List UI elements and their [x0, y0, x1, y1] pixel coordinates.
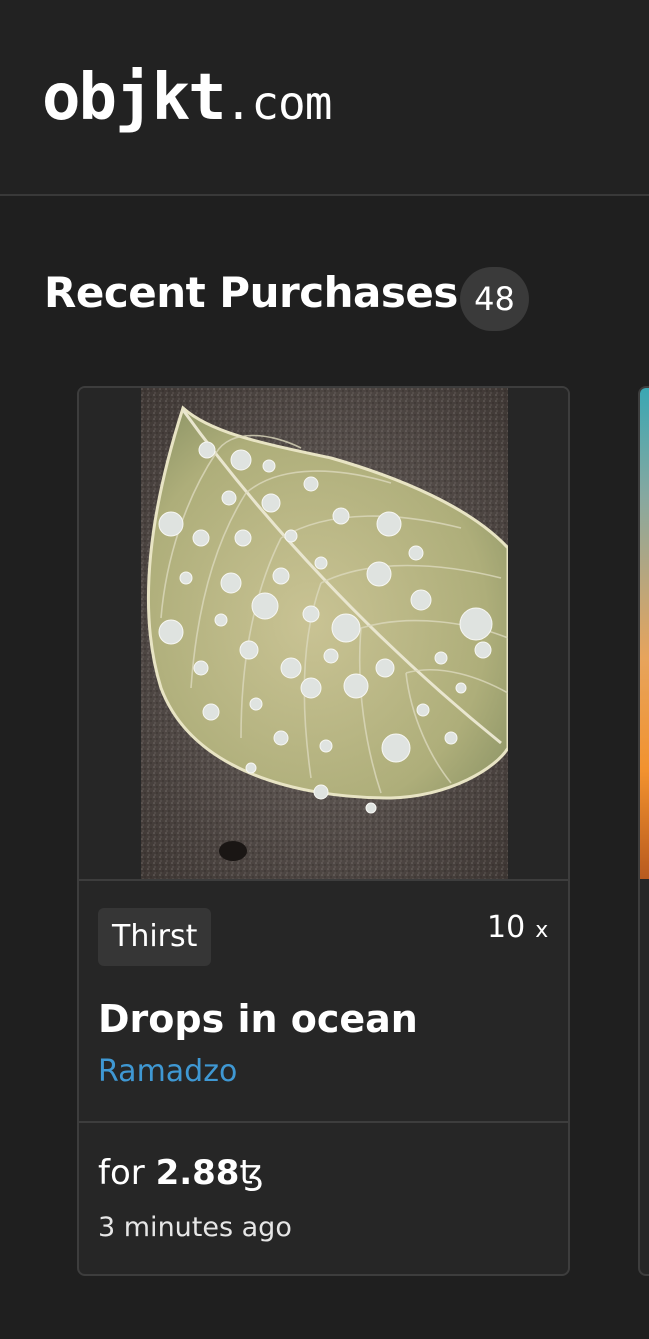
- logo-domain-suffix: .com: [224, 76, 333, 130]
- artist-link[interactable]: Ramadzo: [98, 1052, 237, 1092]
- collection-tag[interactable]: Thirst: [98, 908, 212, 966]
- sale-price: for 2.88ꜩ: [98, 1151, 264, 1195]
- purchase-count-badge: 48: [460, 267, 529, 331]
- edition-number: 10: [487, 910, 526, 945]
- price-amount: 2.88: [155, 1153, 240, 1193]
- site-header: objkt.com: [0, 0, 649, 196]
- logo-wordmark: objkt: [42, 61, 227, 135]
- card-divider: [79, 1121, 568, 1123]
- artwork-title[interactable]: Drops in ocean: [98, 996, 418, 1042]
- artwork-image: [141, 388, 508, 879]
- price-prefix: for: [98, 1153, 145, 1193]
- next-purchase-card[interactable]: [638, 386, 649, 1276]
- edition-suffix: x: [535, 918, 549, 943]
- purchase-card[interactable]: Thirst 10 x Drops in ocean Ramadzo for 2.…: [77, 386, 570, 1276]
- purchase-time: 3 minutes ago: [98, 1212, 292, 1243]
- card-media: [79, 388, 568, 879]
- section-title: Recent Purchases: [44, 268, 458, 317]
- card-divider: [79, 879, 568, 881]
- tezos-icon: ꜩ: [239, 1153, 264, 1193]
- edition-count: 10 x: [487, 908, 548, 951]
- next-card-media: [640, 388, 649, 879]
- objkt-logo[interactable]: objkt.com: [42, 66, 333, 130]
